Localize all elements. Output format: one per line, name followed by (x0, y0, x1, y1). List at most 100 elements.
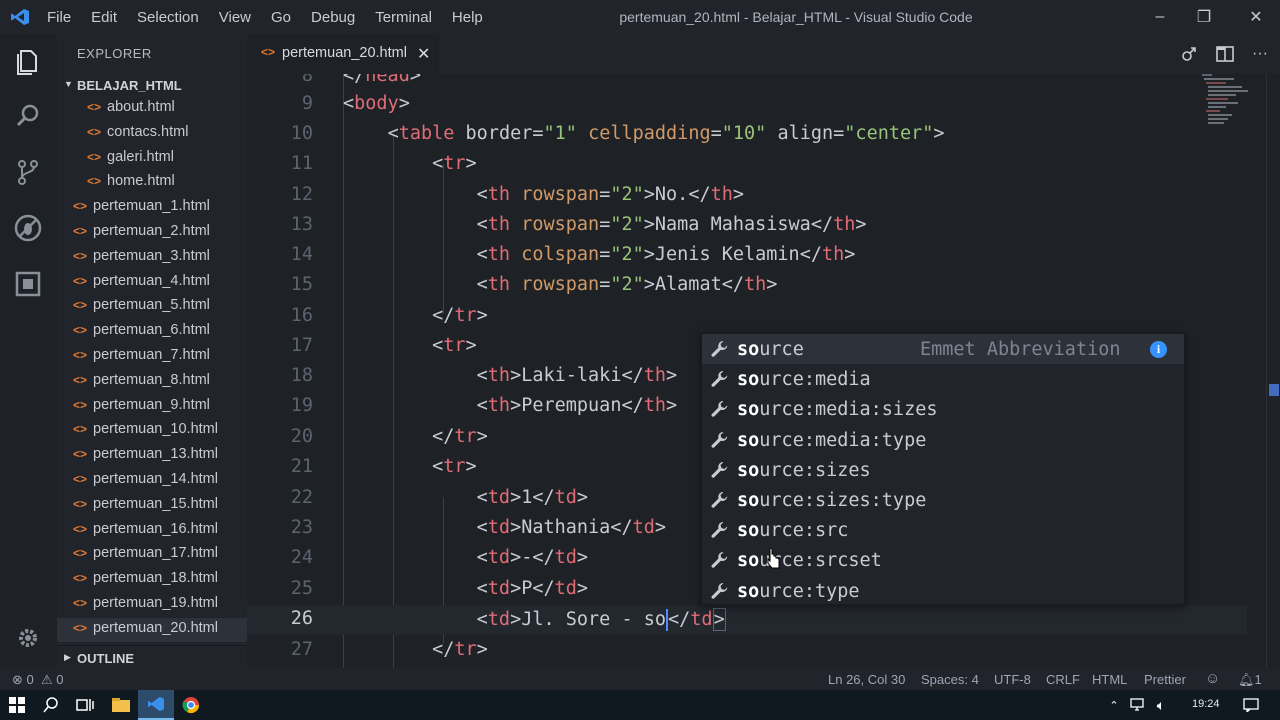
encoding[interactable]: UTF-8 (994, 672, 1031, 687)
network-icon[interactable] (1126, 690, 1148, 720)
feedback-smiley-icon[interactable]: ☺ (1205, 670, 1220, 687)
suggestion-item[interactable]: source:media:type (702, 425, 1184, 455)
chrome-taskbar-icon[interactable] (174, 690, 208, 720)
error-icon: ⊗ (12, 672, 23, 687)
minimap[interactable] (1200, 74, 1264, 134)
wrench-icon (711, 492, 728, 508)
file-item[interactable]: <> pertemuan_6.html (57, 320, 247, 344)
wrench-icon (711, 401, 728, 418)
debug-icon[interactable] (12, 212, 44, 244)
taskbar-clock[interactable]: 19:24 (1192, 698, 1220, 710)
search-taskbar-icon[interactable] (36, 690, 66, 720)
file-explorer-taskbar-icon[interactable] (104, 690, 138, 720)
wrench-icon (711, 582, 728, 599)
indentation[interactable]: Spaces: 4 (921, 672, 979, 687)
source-control-icon[interactable] (12, 156, 44, 188)
html-file-icon: <> (73, 521, 88, 536)
file-item[interactable]: <> contacs.html (57, 122, 247, 146)
code-line-11: 11 <tr> (290, 153, 477, 174)
extensions-icon[interactable] (12, 268, 44, 300)
html-file-icon: <> (73, 397, 88, 412)
file-item[interactable]: <> pertemuan_15.html (57, 494, 247, 518)
file-item[interactable]: <> pertemuan_10.html (57, 419, 247, 443)
minimize-button[interactable]: – (1136, 0, 1184, 34)
explorer-title: EXPLORER (77, 46, 152, 61)
suggestion-item[interactable]: source:sizes:type (702, 485, 1184, 515)
file-item[interactable]: <> pertemuan_14.html (57, 469, 247, 493)
tab-bar: <> pertemuan_20.html ✕ ··· (247, 34, 1280, 74)
html-file-icon: <> (261, 45, 276, 59)
file-item[interactable]: <> pertemuan_1.html (57, 196, 247, 220)
tab-pertemuan-20[interactable]: <> pertemuan_20.html ✕ (247, 34, 439, 74)
info-icon[interactable]: i (1150, 341, 1167, 358)
windows-start-icon[interactable] (0, 690, 34, 720)
explorer-icon[interactable] (12, 44, 44, 76)
windows-taskbar: ⌃ 🔈︎ 19:24 (0, 690, 1280, 720)
html-file-icon: <> (73, 273, 88, 288)
suggestion-detail: Emmet Abbreviation (920, 339, 1121, 360)
file-item[interactable]: <> pertemuan_16.html (57, 519, 247, 543)
file-item[interactable]: <> pertemuan_19.html (57, 593, 247, 617)
title-bar: File Edit Selection View Go Debug Termin… (0, 0, 1280, 34)
file-item-active[interactable]: <> pertemuan_20.html (57, 617, 247, 642)
split-editor-icon[interactable] (1215, 44, 1235, 64)
file-item[interactable]: <> pertemuan_17.html (57, 543, 247, 567)
tray-chevron-up-icon[interactable]: ⌃ (1104, 690, 1124, 720)
suggestion-item[interactable]: source:src (702, 515, 1184, 545)
file-item[interactable]: <> pertemuan_9.html (57, 395, 247, 419)
problems-indicator[interactable]: ⊗ 0 ⚠ 0 (12, 672, 64, 688)
file-item[interactable]: <> pertemuan_7.html (57, 345, 247, 369)
prettier-status[interactable]: Prettier (1144, 672, 1186, 687)
file-item[interactable]: <> about.html (57, 97, 247, 121)
folder-header[interactable]: ▼ BELAJAR_HTML (57, 76, 247, 96)
volume-icon[interactable]: 🔈︎ (1150, 690, 1172, 720)
file-item[interactable]: <> pertemuan_13.html (57, 444, 247, 468)
settings-gear-icon[interactable] (12, 622, 44, 654)
file-item[interactable]: <> home.html (57, 171, 247, 195)
cursor-position[interactable]: Ln 26, Col 30 (828, 672, 905, 687)
suggestion-item[interactable]: source:media:sizes (702, 394, 1184, 424)
code-line-26-current: 26 <td>Jl. Sore - so </td> (247, 605, 1247, 635)
html-file-icon: <> (73, 496, 88, 511)
file-item[interactable]: <> pertemuan_3.html (57, 246, 247, 270)
html-file-icon: <> (73, 298, 88, 313)
wrench-icon (711, 431, 728, 448)
file-item[interactable]: <> pertemuan_5.html (57, 295, 247, 319)
restore-button[interactable]: ❐ (1180, 0, 1228, 34)
suggestion-item[interactable]: source:sizes (702, 455, 1184, 485)
warning-icon: ⚠ (41, 672, 53, 687)
language-mode[interactable]: HTML (1092, 672, 1127, 687)
suggestion-item-selected[interactable]: source Emmet Abbreviation i (702, 334, 1184, 364)
file-item[interactable]: <> pertemuan_2.html (57, 221, 247, 245)
more-actions-icon[interactable]: ··· (1245, 34, 1275, 74)
notifications-bell[interactable]: 🔔︎1 (1238, 672, 1262, 688)
file-item[interactable]: <> pertemuan_8.html (57, 370, 247, 394)
chevron-right-icon: ▶ (64, 652, 71, 662)
vscode-taskbar-icon[interactable] (138, 690, 174, 720)
html-file-icon: <> (73, 422, 88, 437)
open-changes-icon[interactable] (1179, 44, 1199, 64)
html-file-icon: <> (73, 224, 88, 238)
wrench-icon (711, 461, 728, 478)
line-ending[interactable]: CRLF (1046, 672, 1080, 687)
task-view-icon[interactable] (70, 690, 100, 720)
wrench-icon (711, 552, 728, 569)
outline-header[interactable]: ▶ OUTLINE (57, 645, 247, 669)
search-icon[interactable] (12, 100, 44, 132)
file-item[interactable]: <> galeri.html (57, 147, 247, 171)
html-file-icon: <> (73, 546, 88, 561)
file-item[interactable]: <> pertemuan_4.html (57, 271, 247, 295)
html-file-icon: <> (73, 372, 88, 387)
suggestion-item[interactable]: source:type (702, 576, 1184, 606)
suggestion-item[interactable]: source:media (702, 364, 1184, 394)
close-window-button[interactable]: ✕ (1232, 0, 1280, 34)
vertical-scrollbar[interactable] (1266, 74, 1280, 668)
html-file-icon: <> (87, 174, 102, 189)
chevron-down-icon: ▼ (64, 79, 73, 89)
close-tab-icon[interactable]: ✕ (417, 44, 430, 64)
code-line-16: 16 </tr> (290, 305, 488, 326)
file-item[interactable]: <> pertemuan_18.html (57, 568, 247, 592)
code-line-15: 15 <th rowspan="2">Alamat</th> (290, 274, 778, 295)
action-center-icon[interactable] (1236, 690, 1266, 720)
code-line-14: 14 <th colspan="2">Jenis Kelamin</th> (290, 244, 856, 265)
